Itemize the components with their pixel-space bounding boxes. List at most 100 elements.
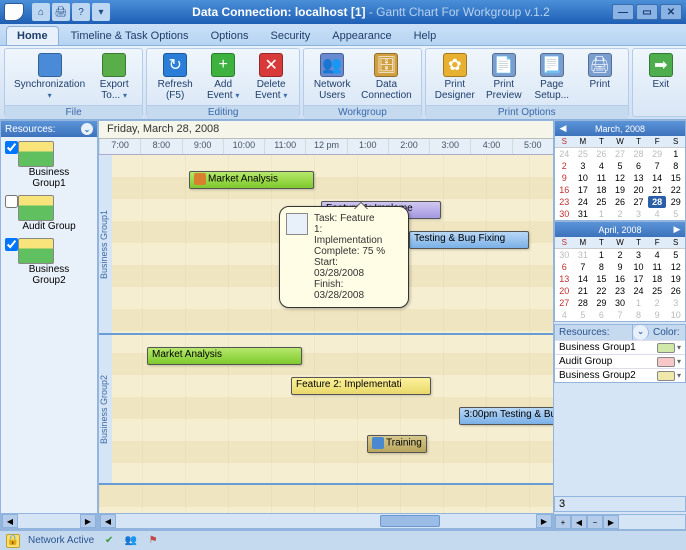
tab-appearance[interactable]: Appearance <box>322 27 401 45</box>
cal-day[interactable]: 30 <box>555 249 574 261</box>
cal-day[interactable]: 20 <box>629 184 648 196</box>
cal-day[interactable]: 22 <box>592 285 611 297</box>
cal-day[interactable]: 16 <box>611 273 630 285</box>
nav-prev-icon[interactable]: ◀ <box>571 515 587 529</box>
cal-day[interactable]: 18 <box>648 273 667 285</box>
cal-day[interactable]: 1 <box>629 297 648 309</box>
cal-day[interactable]: 10 <box>574 172 593 184</box>
cal-day[interactable]: 31 <box>574 249 593 261</box>
color-dropdown-icon[interactable]: ▾ <box>677 371 681 380</box>
cal-day[interactable]: 24 <box>629 285 648 297</box>
cal-day[interactable]: 21 <box>574 285 593 297</box>
gantt-scroll-thumb[interactable] <box>380 515 440 527</box>
cal-day[interactable]: 4 <box>592 160 611 172</box>
resource-business-group2[interactable]: BusinessGroup2 <box>5 238 93 286</box>
cal-day[interactable]: 22 <box>666 184 685 196</box>
tab-home[interactable]: Home <box>6 26 59 45</box>
resources-collapse-icon[interactable]: ⌄ <box>81 123 93 135</box>
cal-day[interactable]: 4 <box>648 208 667 220</box>
cal-day[interactable]: 14 <box>574 273 593 285</box>
cal-day[interactable]: 17 <box>574 184 593 196</box>
qat-help-icon[interactable]: ? <box>72 3 90 21</box>
cal-day[interactable]: 28 <box>574 297 593 309</box>
cal-day[interactable]: 8 <box>666 160 685 172</box>
resource-audit-group[interactable]: Audit Group <box>5 195 93 232</box>
cal-day[interactable]: 10 <box>629 261 648 273</box>
cal-day[interactable]: 3 <box>666 297 685 309</box>
data-connection-button[interactable]: 🗄DataConnection <box>356 51 417 103</box>
app-menu-icon[interactable] <box>4 3 24 21</box>
lock-icon[interactable]: 🔒 <box>6 534 20 548</box>
cal-day[interactable]: 2 <box>555 160 574 172</box>
task-feature-2[interactable]: Feature 2: Implementati <box>291 377 431 395</box>
scroll-right-icon[interactable]: ▶ <box>536 514 552 528</box>
cal-day[interactable]: 14 <box>648 172 667 184</box>
cal-day[interactable]: 5 <box>611 160 630 172</box>
legend-row[interactable]: Audit Group▾ <box>555 354 685 368</box>
resource-business-group1[interactable]: BusinessGroup1 <box>5 141 93 189</box>
cal-day[interactable]: 6 <box>592 309 611 321</box>
network-users-button[interactable]: 👥NetworkUsers <box>308 51 356 103</box>
gantt-hscroll[interactable]: ◀ ▶ <box>99 513 553 529</box>
qat-print-icon[interactable]: 🖨 <box>52 3 70 21</box>
cal-day[interactable]: 28 <box>648 196 667 208</box>
cal-day[interactable]: 25 <box>592 196 611 208</box>
cal-day[interactable]: 5 <box>666 208 685 220</box>
cal-day[interactable]: 30 <box>555 208 574 220</box>
synchronization-button[interactable]: Synchronization <box>9 51 90 103</box>
scroll-left-icon[interactable]: ◀ <box>2 514 18 528</box>
cal-day[interactable]: 1 <box>592 208 611 220</box>
cal-day[interactable]: 6 <box>555 261 574 273</box>
cal-day[interactable]: 28 <box>629 148 648 160</box>
task-market-analysis-1[interactable]: Market Analysis <box>189 171 314 189</box>
cal-day[interactable]: 5 <box>574 309 593 321</box>
legend-row[interactable]: Business Group2▾ <box>555 368 685 382</box>
cal-day[interactable]: 8 <box>592 261 611 273</box>
page-setup-button[interactable]: 📃PageSetup... <box>528 51 576 103</box>
color-dropdown-icon[interactable]: ▾ <box>677 343 681 352</box>
cal-day[interactable]: 27 <box>629 196 648 208</box>
cal-day[interactable]: 4 <box>648 249 667 261</box>
cal-day[interactable]: 4 <box>555 309 574 321</box>
exit-button[interactable]: ➡Exit <box>637 51 685 92</box>
cal-day[interactable]: 9 <box>555 172 574 184</box>
cal-day[interactable]: 27 <box>555 297 574 309</box>
cal-day[interactable]: 7 <box>574 261 593 273</box>
cal-day[interactable]: 8 <box>629 309 648 321</box>
cal-day[interactable]: 10 <box>666 309 685 321</box>
delete-event-button[interactable]: ✕DeleteEvent <box>247 51 295 103</box>
cal-day[interactable]: 26 <box>666 285 685 297</box>
cal-prev-icon[interactable]: ◀ <box>557 123 569 134</box>
refresh-button[interactable]: ↻Refresh(F5) <box>151 51 199 103</box>
cal-day[interactable]: 13 <box>629 172 648 184</box>
cal-day[interactable]: 16 <box>555 184 574 196</box>
cal-day[interactable]: 3 <box>574 160 593 172</box>
tab-security[interactable]: Security <box>260 27 320 45</box>
cal-day[interactable]: 17 <box>629 273 648 285</box>
task-market-analysis-2[interactable]: Market Analysis <box>147 347 302 365</box>
cal-day[interactable]: 18 <box>592 184 611 196</box>
cal-day[interactable]: 2 <box>648 297 667 309</box>
nav-stop-icon[interactable]: − <box>587 515 603 529</box>
legend-header-resources[interactable]: Resources: <box>555 325 633 340</box>
cal-day[interactable]: 15 <box>666 172 685 184</box>
cal-next-icon[interactable]: ▶ <box>671 224 683 235</box>
cal-day[interactable]: 15 <box>592 273 611 285</box>
cal-day[interactable]: 26 <box>611 196 630 208</box>
tab-help[interactable]: Help <box>404 27 447 45</box>
cal-day[interactable]: 11 <box>648 261 667 273</box>
cal-day[interactable]: 12 <box>611 172 630 184</box>
cal-day[interactable]: 6 <box>629 160 648 172</box>
cal-day[interactable]: 25 <box>574 148 593 160</box>
cal-day[interactable]: 19 <box>611 184 630 196</box>
add-event-button[interactable]: +AddEvent <box>199 51 247 103</box>
cal-day[interactable]: 9 <box>648 309 667 321</box>
cal-day[interactable]: 3 <box>629 249 648 261</box>
cal-day[interactable]: 1 <box>592 249 611 261</box>
cal-day[interactable]: 13 <box>555 273 574 285</box>
resources-hscroll[interactable]: ◀ ▶ <box>1 513 97 529</box>
task-testing-2[interactable]: 3:00pm Testing & Bug Fixi <box>459 407 554 425</box>
cal-day[interactable]: 23 <box>555 196 574 208</box>
minimize-button[interactable]: — <box>612 4 634 20</box>
resource-business-group2-checkbox[interactable] <box>5 238 18 251</box>
